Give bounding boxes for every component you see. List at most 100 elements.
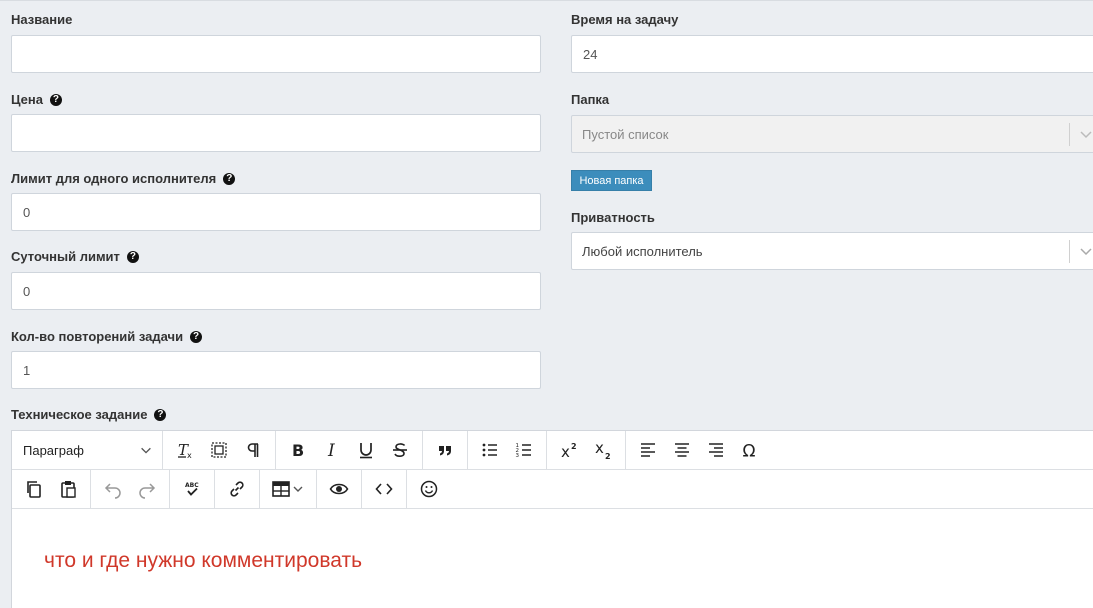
- repeats-label-text: Кол-во повторений задачи: [11, 329, 184, 344]
- special-character-icon[interactable]: Ω: [733, 435, 767, 465]
- svg-text:2: 2: [571, 442, 577, 451]
- help-icon[interactable]: ?: [190, 330, 203, 343]
- limit-per-executor-value: 0: [23, 204, 31, 220]
- align-group: Ω: [626, 431, 772, 469]
- svg-text:Ω: Ω: [743, 442, 756, 461]
- italic-icon[interactable]: I: [315, 435, 349, 465]
- pilcrow-icon[interactable]: [236, 435, 270, 465]
- preview-group: [317, 470, 362, 508]
- code-group: [362, 470, 407, 508]
- repeats-input[interactable]: 1: [11, 351, 541, 389]
- table-icon[interactable]: [265, 474, 311, 504]
- redo-icon[interactable]: [130, 474, 164, 504]
- svg-text:3: 3: [516, 453, 520, 459]
- daily-limit-value: 0: [23, 283, 31, 299]
- block-format-group: Параграф: [12, 431, 163, 469]
- table-group: [260, 470, 317, 508]
- select-separator: [1069, 240, 1070, 263]
- spec-label-text: Техническое задание: [11, 407, 148, 422]
- repeats-label: Кол-во повторений задачи?: [11, 329, 203, 344]
- privacy-label: Приватность: [571, 210, 655, 225]
- link-group: [215, 470, 260, 508]
- price-input[interactable]: [11, 114, 541, 152]
- preview-eye-icon[interactable]: [322, 474, 356, 504]
- spellcheck-group: ABC: [170, 470, 215, 508]
- top-divider: [0, 0, 1093, 1]
- svg-text:x: x: [561, 443, 570, 460]
- emoji-icon[interactable]: [412, 474, 446, 504]
- quote-group: [423, 431, 468, 469]
- align-center-icon[interactable]: [665, 435, 699, 465]
- svg-text:ABC: ABC: [185, 482, 199, 489]
- copy-icon[interactable]: [17, 474, 51, 504]
- align-left-icon[interactable]: [631, 435, 665, 465]
- new-folder-button-label: Новая папка: [579, 174, 644, 187]
- paste-icon[interactable]: [51, 474, 85, 504]
- limit-per-executor-label: Лимит для одного исполнителя?: [11, 171, 236, 186]
- chevron-down-icon[interactable]: [1078, 126, 1093, 142]
- folder-label: Папка: [571, 92, 609, 107]
- daily-limit-label-text: Суточный лимит: [11, 249, 120, 264]
- editor-toolbar-row-1: Параграф Tx B I 123 x2 x2 Ω: [12, 431, 1093, 470]
- privacy-select-value: Любой исполнитель: [582, 243, 703, 259]
- script-group: x2 x2: [547, 431, 626, 469]
- svg-text:B: B: [292, 441, 304, 460]
- folder-select-value: Пустой список: [582, 126, 669, 142]
- svg-text:2: 2: [605, 452, 611, 460]
- rich-text-editor: Параграф Tx B I 123 x2 x2 Ω ABC что и гд…: [11, 430, 1093, 608]
- select-separator: [1069, 123, 1070, 146]
- format-tools-group: Tx: [163, 431, 276, 469]
- text-style-group: B I: [276, 431, 423, 469]
- time-input-value: 24: [583, 46, 598, 62]
- clipboard-group: [12, 470, 91, 508]
- underline-icon[interactable]: [349, 435, 383, 465]
- select-all-icon[interactable]: [202, 435, 236, 465]
- numbered-list-icon[interactable]: 123: [507, 435, 541, 465]
- daily-limit-input[interactable]: 0: [11, 272, 541, 310]
- time-label: Время на задачу: [571, 12, 678, 27]
- help-icon[interactable]: ?: [223, 172, 236, 185]
- clear-formatting-icon[interactable]: Tx: [168, 435, 202, 465]
- price-label: Цена?: [11, 92, 62, 107]
- list-group: 123: [468, 431, 547, 469]
- editor-toolbar-row-2: ABC: [12, 470, 1093, 509]
- new-folder-button[interactable]: Новая папка: [571, 170, 652, 191]
- chevron-down-icon[interactable]: [1078, 243, 1093, 259]
- link-icon[interactable]: [220, 474, 254, 504]
- limit-per-executor-label-text: Лимит для одного исполнителя: [11, 171, 217, 186]
- folder-select[interactable]: Пустой список: [571, 115, 1093, 153]
- block-format-select[interactable]: Параграф: [17, 443, 157, 458]
- blockquote-icon[interactable]: [428, 435, 462, 465]
- time-label-text: Время на задачу: [571, 12, 679, 27]
- time-input[interactable]: 24: [571, 35, 1093, 73]
- editor-content-text[interactable]: что и где нужно комментировать: [44, 549, 362, 573]
- history-group: [91, 470, 170, 508]
- bullet-list-icon[interactable]: [473, 435, 507, 465]
- help-icon[interactable]: ?: [49, 93, 62, 106]
- repeats-value: 1: [23, 362, 31, 378]
- name-input[interactable]: [11, 35, 541, 73]
- spellcheck-icon[interactable]: ABC: [175, 474, 209, 504]
- name-label-text: Название: [11, 12, 73, 27]
- emoji-group: [407, 470, 451, 508]
- strikethrough-icon[interactable]: [383, 435, 417, 465]
- folder-label-text: Папка: [571, 92, 610, 107]
- help-icon[interactable]: ?: [126, 250, 139, 263]
- align-right-icon[interactable]: [699, 435, 733, 465]
- name-label: Название: [11, 12, 72, 27]
- privacy-select[interactable]: Любой исполнитель: [571, 232, 1093, 270]
- daily-limit-label: Суточный лимит?: [11, 249, 139, 264]
- limit-per-executor-input[interactable]: 0: [11, 193, 541, 231]
- bold-icon[interactable]: B: [281, 435, 315, 465]
- subscript-icon[interactable]: x2: [586, 435, 620, 465]
- svg-text:x: x: [187, 451, 192, 460]
- privacy-label-text: Приватность: [571, 210, 655, 225]
- svg-text:I: I: [327, 441, 335, 460]
- block-format-value: Параграф: [23, 442, 84, 458]
- svg-text:x: x: [595, 440, 604, 457]
- superscript-icon[interactable]: x2: [552, 435, 586, 465]
- help-icon[interactable]: ?: [154, 408, 167, 421]
- source-code-icon[interactable]: [367, 474, 401, 504]
- undo-icon[interactable]: [96, 474, 130, 504]
- price-label-text: Цена: [11, 92, 43, 107]
